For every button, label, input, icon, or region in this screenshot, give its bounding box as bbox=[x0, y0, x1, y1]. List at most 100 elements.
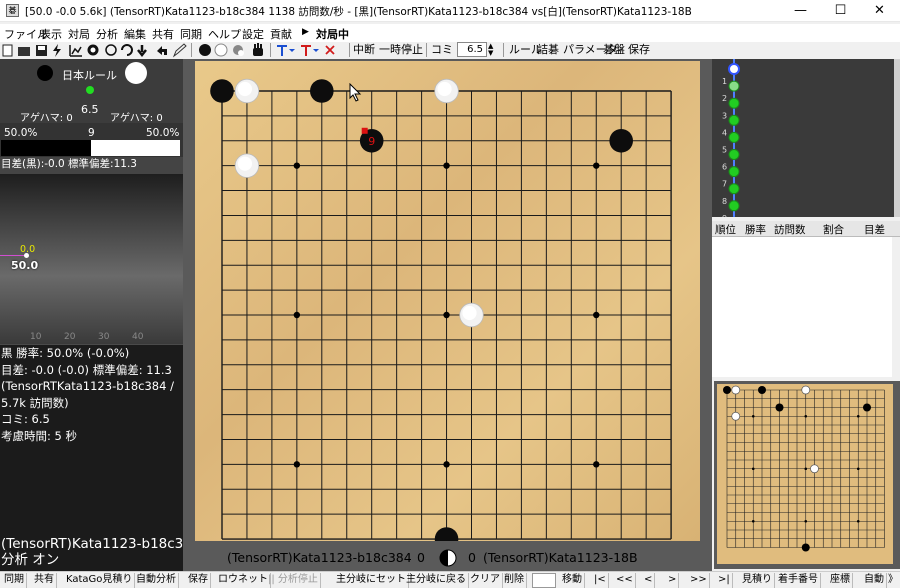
tree-node-label: 4 bbox=[722, 128, 727, 137]
menu-view[interactable]: 表示 bbox=[40, 26, 62, 42]
sync-button[interactable]: 同期 bbox=[2, 573, 27, 588]
goto-button[interactable]: 移動 bbox=[560, 573, 585, 588]
tree-node[interactable] bbox=[728, 114, 740, 126]
tree-node[interactable] bbox=[728, 149, 740, 160]
globe-icon[interactable] bbox=[87, 44, 99, 56]
komi-input[interactable]: 6.5 bbox=[457, 42, 487, 57]
set-main-branch-button[interactable]: 主分岐にセット bbox=[334, 573, 409, 588]
tree-node[interactable] bbox=[728, 131, 740, 143]
col-ratio[interactable]: 割合 bbox=[823, 222, 844, 237]
down-arrow-icon[interactable] bbox=[137, 45, 147, 58]
separator-3 bbox=[349, 43, 350, 57]
back-button[interactable]: < bbox=[642, 573, 656, 588]
forward-10-button[interactable]: >> bbox=[688, 573, 710, 588]
chart-icon[interactable] bbox=[69, 45, 82, 57]
move-number-input[interactable] bbox=[532, 573, 556, 588]
refresh-icon[interactable] bbox=[121, 44, 133, 56]
white-player-icon bbox=[125, 62, 147, 84]
coordinates-button[interactable]: 座標 bbox=[828, 573, 853, 588]
new-icon[interactable] bbox=[2, 44, 13, 57]
info-score: 目差: -0.0 (-0.0) 標準偏差: 11.3 bbox=[1, 362, 172, 377]
lightning-icon[interactable] bbox=[53, 44, 61, 57]
delete-button[interactable]: 削除 bbox=[502, 573, 527, 588]
red-cross-icon[interactable] bbox=[301, 45, 319, 56]
move-numbers-button[interactable]: 着手番号 bbox=[776, 573, 821, 588]
graph-point-label: 0.0 bbox=[20, 244, 36, 255]
back-to-main-branch-button[interactable]: 主分岐に戻る bbox=[404, 573, 469, 588]
clear-button[interactable]: クリア bbox=[468, 573, 503, 588]
black-stone-icon[interactable] bbox=[199, 44, 211, 56]
black-player-name: (TensorRT)Kata1123-b18c384 bbox=[227, 550, 412, 565]
first-move-button[interactable]: |< bbox=[592, 573, 609, 588]
tree-node[interactable] bbox=[728, 183, 740, 195]
minimize-button[interactable]: — bbox=[778, 0, 823, 22]
stop-analysis-button[interactable]: || 分析停止 bbox=[266, 573, 321, 588]
delete-mark-icon[interactable] bbox=[325, 45, 335, 55]
blue-cross-icon[interactable] bbox=[277, 45, 295, 56]
tree-node[interactable] bbox=[728, 200, 740, 212]
col-visits[interactable]: 訪問数 bbox=[774, 222, 806, 237]
tree-node[interactable] bbox=[728, 97, 740, 109]
black-stone bbox=[310, 79, 334, 103]
mouse-cursor-icon bbox=[349, 83, 362, 102]
auto-analysis-button[interactable]: 自動分析 bbox=[134, 573, 179, 588]
board-grid[interactable]: 9 bbox=[195, 61, 700, 541]
komi-spinner-icon[interactable]: ▲ ▼ bbox=[488, 43, 493, 57]
tree-nodes[interactable]: 1 2 3 4 5 6 7 8 9 bbox=[712, 59, 900, 217]
open-icon[interactable] bbox=[18, 47, 30, 56]
alternate-stones-icon[interactable] bbox=[233, 45, 244, 56]
back-10-button[interactable]: << bbox=[614, 573, 636, 588]
tree-node-label: 3 bbox=[722, 111, 727, 120]
auto-button[interactable]: 自動 bbox=[862, 573, 887, 588]
last-move-button[interactable]: >| bbox=[716, 573, 733, 588]
save-icon[interactable] bbox=[36, 45, 47, 56]
undo-icon[interactable] bbox=[157, 46, 167, 55]
menu-share[interactable]: 共有 bbox=[152, 26, 174, 42]
graph-tick-40: 40 bbox=[132, 332, 144, 342]
mini-board[interactable] bbox=[714, 381, 900, 569]
low-net-button[interactable]: ロウネット bbox=[216, 573, 271, 588]
mini-board-grid bbox=[723, 385, 885, 552]
col-score[interactable]: 目差 bbox=[864, 222, 885, 237]
mini-white-stone bbox=[731, 385, 741, 395]
tree-node[interactable] bbox=[728, 166, 740, 178]
col-rank[interactable]: 順位 bbox=[715, 222, 736, 237]
tree-scrollbar[interactable] bbox=[894, 59, 900, 217]
go-board[interactable]: 9 bbox=[195, 61, 700, 541]
title-bar: 碁 [50.0 -0.0 5.6k] (TensorRT)Kata1123-b1… bbox=[0, 0, 900, 22]
menu-help[interactable]: ヘルプ bbox=[208, 26, 241, 42]
more-icon[interactable]: 》 bbox=[886, 573, 900, 588]
menu-settings[interactable]: 設定 bbox=[242, 26, 264, 42]
menu-edit[interactable]: 編集 bbox=[124, 26, 146, 42]
rule-text: 日本ルール bbox=[62, 69, 117, 82]
circle-icon[interactable] bbox=[105, 44, 117, 56]
pencil-icon[interactable] bbox=[172, 43, 187, 58]
separator-4 bbox=[426, 43, 427, 57]
forward-button[interactable]: > bbox=[666, 573, 680, 588]
close-button[interactable]: ✕ bbox=[857, 0, 900, 22]
save-toolbar-button[interactable]: 保存 bbox=[628, 43, 650, 57]
save-button[interactable]: 保存 bbox=[186, 573, 211, 588]
white-stone-icon[interactable] bbox=[214, 43, 228, 57]
variation-tree[interactable]: 1 2 3 4 5 6 7 8 9 bbox=[712, 59, 900, 217]
candidate-table-header: 順位 勝率 訪問数 割合 目差 bbox=[712, 221, 900, 237]
mini-black-stone bbox=[801, 543, 810, 552]
estimate-button[interactable]: 見積り bbox=[740, 573, 775, 588]
col-winrate[interactable]: 勝率 bbox=[745, 222, 766, 237]
katago-estimate-button[interactable]: KataGo見積り bbox=[64, 573, 136, 588]
share-button[interactable]: 共有 bbox=[32, 573, 57, 588]
menu-game[interactable]: 対局 bbox=[68, 26, 90, 42]
pause-button[interactable]: 中断 bbox=[353, 43, 375, 57]
stop-button[interactable]: 一時停止 bbox=[379, 43, 423, 57]
tree-root-node[interactable] bbox=[728, 63, 740, 75]
menu-sync[interactable]: 同期 bbox=[180, 26, 202, 42]
info-time: 考慮時間: 5 秒 bbox=[1, 428, 78, 443]
tree-node[interactable] bbox=[728, 80, 740, 92]
black-player-icon bbox=[37, 65, 53, 81]
tsumego-button[interactable]: 詰碁 bbox=[537, 43, 559, 57]
menu-contribute[interactable]: 貢献 bbox=[270, 26, 292, 42]
hand-icon[interactable] bbox=[253, 43, 263, 56]
menu-analysis[interactable]: 分析 bbox=[96, 26, 118, 42]
candidate-table[interactable] bbox=[712, 237, 892, 377]
board-button[interactable]: 碁盤 bbox=[603, 43, 625, 57]
